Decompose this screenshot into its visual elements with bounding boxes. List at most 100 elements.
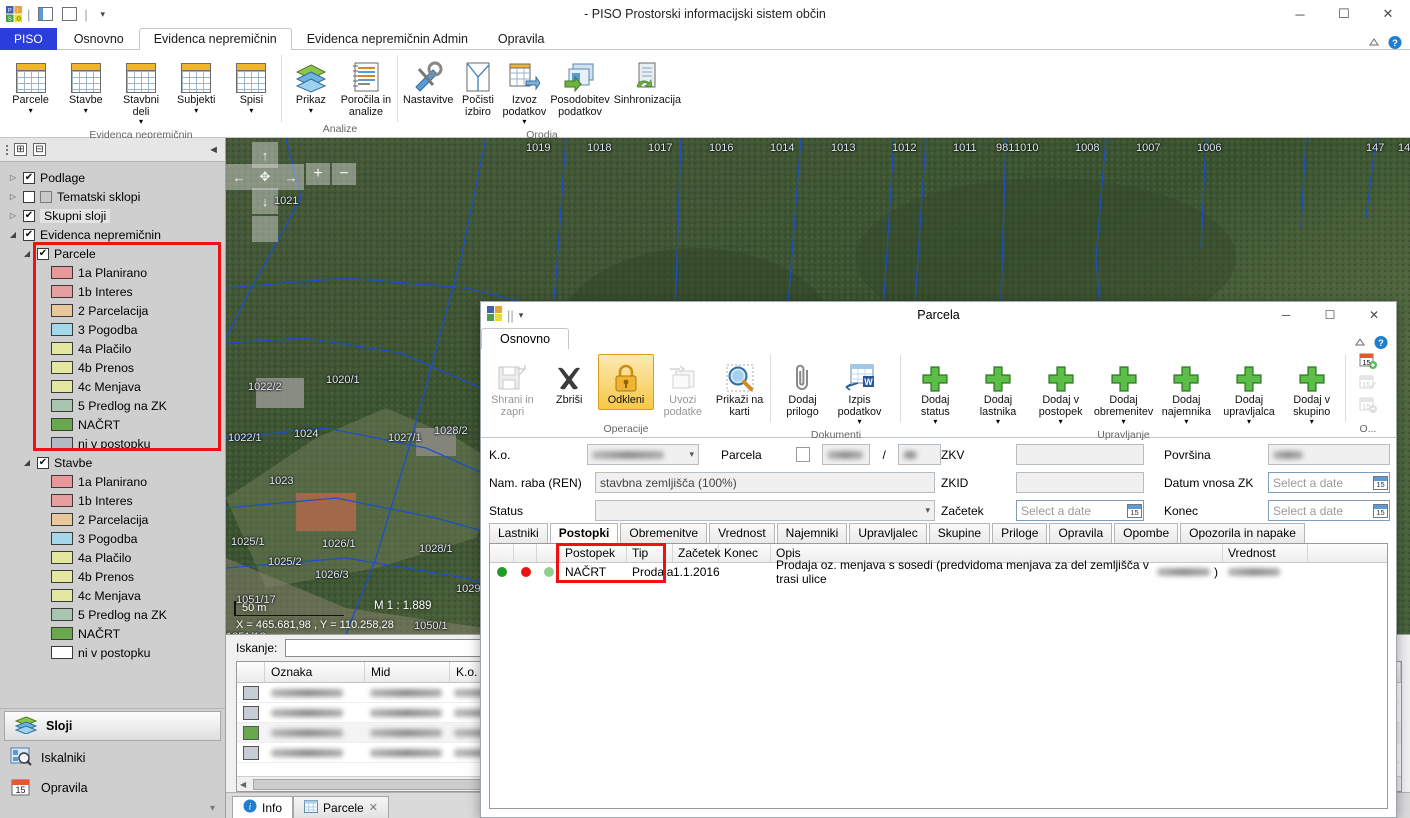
col-zacetek[interactable]: Začetek — [673, 544, 719, 562]
grid-col-marker[interactable] — [237, 662, 265, 682]
tab-opravila[interactable]: Opravila — [483, 28, 560, 50]
tree-item-podlage[interactable]: ▷✔Podlage — [0, 168, 225, 187]
detail-tab-najemniki[interactable]: Najemniki — [777, 523, 848, 543]
tree-item-1b-interes[interactable]: 1b Interes — [0, 491, 225, 510]
drag-handle-icon[interactable] — [6, 145, 8, 155]
tree-item-4c-menjava[interactable]: 4c Menjava — [0, 586, 225, 605]
detail-tab-opravila[interactable]: Opravila — [1049, 523, 1112, 543]
chevron-down-icon[interactable]: ◢ — [22, 458, 32, 467]
tree-item-evidenca-nepremi-nin[interactable]: ◢✔Evidenca nepremičnin — [0, 225, 225, 244]
collapse-ribbon-icon[interactable] — [1367, 35, 1381, 49]
tree-item-4b-prenos[interactable]: 4b Prenos — [0, 567, 225, 586]
dialog-collapse-ribbon-icon[interactable] — [1353, 335, 1367, 349]
chevron-down-icon[interactable]: ▾ — [683, 449, 694, 460]
calendar-icon[interactable]: 15 — [1373, 476, 1388, 490]
ribbon-button-subjekti[interactable]: Subjekti ▾ — [169, 54, 224, 118]
tree-item-4b-prenos[interactable]: 4b Prenos — [0, 358, 225, 377]
chevron-down-icon[interactable]: ▾ — [996, 418, 1000, 426]
tree-checkbox[interactable]: ✔ — [23, 172, 35, 184]
chevron-down-icon[interactable]: ▾ — [309, 107, 313, 115]
zoom-out-button[interactable]: − — [332, 163, 356, 185]
input-parcela-sub[interactable] — [898, 444, 941, 465]
input-zkv[interactable] — [1016, 444, 1144, 465]
chevron-down-icon[interactable]: ▾ — [1059, 418, 1063, 426]
input-konec[interactable]: Select a date 15 — [1268, 500, 1390, 521]
detail-tab-upravljalec[interactable]: Upravljalec — [849, 523, 926, 543]
chevron-right-icon[interactable]: ▷ — [8, 173, 18, 182]
ribbon-button-pocisti-izbiro[interactable]: Počisti izbiro — [455, 54, 500, 121]
tree-checkbox[interactable]: ✔ — [37, 248, 49, 260]
calendar-remove-icon[interactable]: 15 — [1359, 396, 1377, 417]
dialog-button-prikazi-na-karti[interactable]: Prikaži na karti — [711, 354, 768, 421]
tab-osnovno[interactable]: Osnovno — [59, 28, 139, 50]
chevron-down-icon[interactable]: ▾ — [194, 107, 198, 115]
dialog-tab-osnovno[interactable]: Osnovno — [481, 328, 569, 350]
pan-right-button[interactable]: → — [278, 164, 304, 190]
grid-col-mid[interactable]: Mid — [365, 662, 450, 682]
chevron-down-icon[interactable]: ▾ — [1310, 418, 1314, 426]
dialog-button-uvozi-podatke[interactable]: Uvozi podatke — [654, 354, 711, 421]
tree-item-1a-planirano[interactable]: 1a Planirano — [0, 263, 225, 282]
tree-item-1a-planirano[interactable]: 1a Planirano — [0, 472, 225, 491]
tree-item-na-rt[interactable]: NAČRT — [0, 415, 225, 434]
ribbon-button-spisi[interactable]: Spisi ▾ — [224, 54, 279, 118]
tab-evidenca-nepremicnin[interactable]: Evidenca nepremičnin — [139, 28, 292, 50]
minimize-button[interactable]: ─ — [1278, 0, 1322, 28]
maximize-button[interactable]: ☐ — [1322, 0, 1366, 28]
ribbon-button-izvoz-podatkov[interactable]: Izvoz podatkov ▾ — [501, 54, 549, 129]
collapse-all-icon[interactable]: ⊟ — [33, 143, 46, 156]
tree-checkbox[interactable]: ✔ — [23, 210, 35, 222]
detail-tab-lastniki[interactable]: Lastniki — [489, 523, 548, 543]
chevron-down-icon[interactable]: ▾ — [1247, 418, 1251, 426]
tree-item-stavbe[interactable]: ◢✔Stavbe — [0, 453, 225, 472]
panel-button-iskalniki[interactable]: Iskalniki — [0, 743, 225, 773]
doc-tab-parcele[interactable]: Parcele ✕ — [293, 796, 389, 818]
chevron-down-icon[interactable]: ▾ — [857, 418, 861, 426]
parcela-detail-tabs[interactable]: LastnikiPostopkiObremenitveVrednostNajem… — [481, 521, 1396, 543]
help-icon[interactable]: ? — [1388, 35, 1402, 49]
close-icon[interactable]: ✕ — [369, 801, 378, 814]
detail-tab-vrednost[interactable]: Vrednost — [709, 523, 775, 543]
panel-button-opravila[interactable]: 15 Opravila — [0, 773, 225, 803]
ribbon-button-nastavitve[interactable]: Nastavitve — [401, 54, 455, 110]
calendar-add-icon[interactable]: 15 — [1359, 352, 1377, 373]
tree-item-4a-pla-ilo[interactable]: 4a Plačilo — [0, 548, 225, 567]
input-zacetek[interactable]: Select a date 15 — [1016, 500, 1144, 521]
tree-item-skupni-sloji[interactable]: ▷✔Skupni sloji — [0, 206, 225, 225]
expand-all-icon[interactable]: ⊞ — [14, 143, 27, 156]
ribbon-button-stavbni-deli[interactable]: Stavbni deli ▾ — [113, 54, 168, 129]
calendar-icon[interactable]: 15 — [1127, 504, 1142, 518]
chevron-down-icon[interactable]: ▾ — [919, 505, 930, 516]
tree-checkbox[interactable] — [23, 191, 35, 203]
tree-item-4a-pla-ilo[interactable]: 4a Plačilo — [0, 339, 225, 358]
postopki-table[interactable]: Postopek Tip Začetek Konec Opis Vrednost… — [489, 543, 1388, 809]
chevron-down-icon[interactable]: ▾ — [933, 418, 937, 426]
col-tip[interactable]: Tip — [627, 544, 673, 562]
layers-tree[interactable]: ▷✔Podlage▷Tematski sklopi▷✔Skupni sloji◢… — [0, 162, 225, 708]
dialog-help-icon[interactable]: ? — [1374, 335, 1388, 349]
input-nam-raba[interactable]: stavbna zemljišča (100%) — [595, 472, 935, 493]
chevron-down-icon[interactable]: ▾ — [139, 118, 143, 126]
tree-item-3-pogodba[interactable]: 3 Pogodba — [0, 529, 225, 548]
single-view-button[interactable] — [59, 5, 79, 23]
tree-item-4c-menjava[interactable]: 4c Menjava — [0, 377, 225, 396]
chevron-down-icon[interactable]: ▾ — [249, 107, 253, 115]
detail-tab-postopki[interactable]: Postopki — [550, 523, 619, 543]
tree-item-3-pogodba[interactable]: 3 Pogodba — [0, 320, 225, 339]
detail-tab-obremenitve[interactable]: Obremenitve — [620, 523, 707, 543]
chevron-down-icon[interactable]: ▾ — [1184, 418, 1188, 426]
dialog-button-dodaj-v-postopek[interactable]: Dodaj v postopek▾ — [1029, 354, 1092, 429]
chevron-right-icon[interactable]: ▷ — [8, 211, 18, 220]
tree-item-5-predlog-na-zk[interactable]: 5 Predlog na ZK — [0, 605, 225, 624]
dialog-button-dodaj-v-skupino[interactable]: Dodaj v skupino▾ — [1280, 354, 1343, 429]
tree-checkbox-indeterminate[interactable] — [40, 191, 52, 203]
zoom-extent-button[interactable] — [252, 216, 278, 242]
pan-center-button[interactable]: ✥ — [252, 164, 278, 190]
tree-item-tematski-sklopi[interactable]: ▷Tematski sklopi — [0, 187, 225, 206]
col-konec[interactable]: Konec — [719, 544, 771, 562]
postopki-row[interactable]: NAČRT Prodaja 1.1.2016 Prodaja oz. menja… — [490, 563, 1387, 581]
calendar-edit-icon[interactable]: 15 — [1359, 374, 1377, 395]
tab-piso-app-menu[interactable]: PISO — [0, 28, 57, 50]
ribbon-button-porocila-in-analize[interactable]: Poročila in analize — [337, 54, 395, 121]
collapse-panel-icon[interactable]: ◄ — [208, 144, 219, 156]
